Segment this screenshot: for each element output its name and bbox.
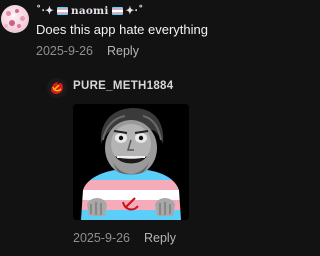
username-text: naomi bbox=[71, 5, 109, 17]
reply-button[interactable]: Reply bbox=[144, 231, 176, 245]
comment-date: 2025-9-26 bbox=[36, 44, 93, 58]
comment-thread: ˚‧✦ naomi ✦‧˚ Does this app hate everyth… bbox=[0, 0, 300, 256]
reply-date: 2025-9-26 bbox=[73, 231, 130, 245]
trans-flag-icon bbox=[111, 7, 123, 15]
avatar[interactable] bbox=[1, 5, 29, 33]
reply-username[interactable]: PURE_METH1884 bbox=[73, 80, 173, 92]
reply-meta: 2025-9-26 Reply bbox=[73, 231, 176, 245]
username-suffix: ✦‧˚ bbox=[125, 5, 144, 17]
comment-text: Does this app hate everything bbox=[36, 22, 208, 37]
trans-flag-icon bbox=[57, 7, 68, 15]
hammer-sickle-avatar-icon[interactable] bbox=[47, 78, 67, 98]
meme-image[interactable] bbox=[73, 104, 189, 220]
username-prefix: ˚‧✦ bbox=[36, 5, 54, 17]
comment-username[interactable]: ˚‧✦ naomi ✦‧˚ bbox=[36, 3, 144, 19]
comment-meta: 2025-9-26 Reply bbox=[36, 44, 139, 58]
reply-button[interactable]: Reply bbox=[107, 44, 139, 58]
